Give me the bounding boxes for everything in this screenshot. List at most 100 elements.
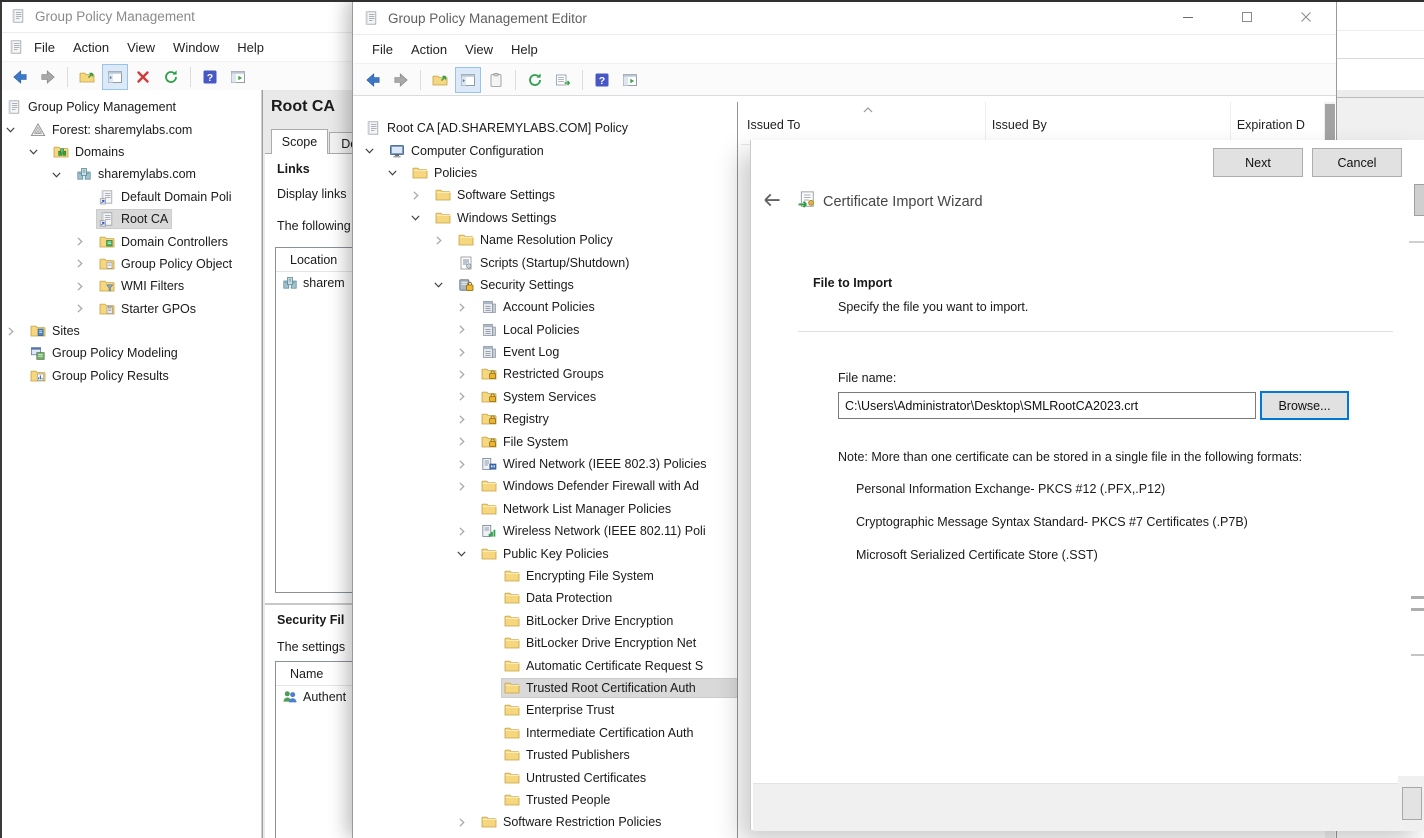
tree-item-system-services[interactable]: System Services	[353, 386, 737, 408]
tree-item-wireless-network-ieee-802-11-poli[interactable]: Wireless Network (IEEE 802.11) Poli	[353, 520, 737, 542]
chevron-down-icon[interactable]	[363, 144, 387, 157]
editor-menu-file[interactable]: File	[363, 42, 402, 57]
console-window-button[interactable]	[102, 64, 128, 90]
gpm-menu-file[interactable]: File	[25, 40, 64, 55]
chevron-right-icon[interactable]	[4, 325, 28, 338]
chevron-down-icon[interactable]	[4, 123, 28, 136]
editor-menu-help[interactable]: Help	[502, 42, 547, 57]
tree-item-bitlocker-drive-encryption[interactable]: BitLocker Drive Encryption	[353, 610, 737, 632]
chevron-down-icon[interactable]	[27, 145, 51, 158]
export-list-button[interactable]	[550, 67, 576, 93]
console-window-play-button[interactable]	[225, 64, 251, 90]
tree-item-security-settings[interactable]: Security Settings	[353, 274, 737, 296]
editor-menu-action[interactable]: Action	[402, 42, 456, 57]
scrollbar-thumb[interactable]	[1325, 104, 1335, 142]
chevron-right-icon[interactable]	[455, 413, 479, 426]
tree-item-wmi-filters[interactable]: WMI Filters	[0, 275, 261, 297]
chevron-right-icon[interactable]	[73, 280, 97, 293]
tree-item-windows-settings[interactable]: Windows Settings	[353, 207, 737, 229]
browse-button[interactable]: Browse...	[1260, 391, 1349, 420]
chevron-right-icon[interactable]	[432, 234, 456, 247]
tree-item-sharemylabs-com[interactable]: sharemylabs.com	[0, 163, 261, 185]
chevron-right-icon[interactable]	[455, 525, 479, 538]
editor-menu-view[interactable]: View	[456, 42, 502, 57]
name-column-header[interactable]: Name	[276, 662, 363, 686]
tree-item-intermediate-certification-auth[interactable]: Intermediate Certification Auth	[353, 722, 737, 744]
location-column-header[interactable]: Location	[276, 248, 363, 272]
tree-item-sites[interactable]: Sites	[0, 320, 261, 342]
chevron-right-icon[interactable]	[455, 816, 479, 829]
gpm-menu-action[interactable]: Action	[64, 40, 118, 55]
tree-item-starter-gpos[interactable]: Starter GPOs	[0, 298, 261, 320]
tree-item-group-policy-results[interactable]: Group Policy Results	[0, 365, 261, 387]
gpm-menu-view[interactable]: View	[118, 40, 164, 55]
tree-item-restricted-groups[interactable]: Restricted Groups	[353, 363, 737, 385]
chevron-right-icon[interactable]	[455, 390, 479, 403]
chevron-right-icon[interactable]	[455, 346, 479, 359]
tree-item-group-policy-modeling[interactable]: Group Policy Modeling	[0, 342, 261, 364]
export-folder-button[interactable]	[427, 67, 453, 93]
tree-item-trusted-root-certification-auth[interactable]: Trusted Root Certification Auth	[353, 677, 737, 699]
column-issued-by[interactable]: Issued By	[986, 102, 1231, 144]
tree-item-registry[interactable]: Registry	[353, 408, 737, 430]
column-expiration-d[interactable]: Expiration D	[1231, 102, 1325, 144]
tree-item-account-policies[interactable]: Account Policies	[353, 296, 737, 318]
tree-item-computer-configuration[interactable]: Computer Configuration	[353, 139, 737, 161]
chevron-right-icon[interactable]	[455, 323, 479, 336]
chevron-right-icon[interactable]	[73, 257, 97, 270]
tree-item-forest-sharemylabs-com[interactable]: Forest: sharemylabs.com	[0, 118, 261, 140]
authenticated-users-row[interactable]: Authent	[276, 686, 363, 705]
chevron-right-icon[interactable]	[409, 189, 433, 202]
tree-item-windows-defender-firewall-with-ad[interactable]: Windows Defender Firewall with Ad	[353, 475, 737, 497]
tree-item-domain-controllers[interactable]: Domain Controllers	[0, 230, 261, 252]
column-issued-to[interactable]: Issued To	[741, 102, 986, 144]
chevron-down-icon[interactable]	[50, 168, 74, 181]
tree-item-trusted-people[interactable]: Trusted People	[353, 789, 737, 811]
tree-item-automatic-certificate-request-s[interactable]: Automatic Certificate Request S	[353, 654, 737, 676]
tree-item-domains[interactable]: Domains	[0, 141, 261, 163]
console-window-button[interactable]	[455, 67, 481, 93]
chevron-right-icon[interactable]	[455, 458, 479, 471]
forward-arrow-button[interactable]	[35, 64, 61, 90]
tree-item-file-system[interactable]: File System	[353, 430, 737, 452]
tree-item-software-settings[interactable]: Software Settings	[353, 184, 737, 206]
tree-item-public-key-policies[interactable]: Public Key Policies	[353, 542, 737, 564]
tree-item-root-ca[interactable]: Root CA	[0, 208, 261, 230]
forward-arrow-button[interactable]	[388, 67, 414, 93]
chevron-down-icon[interactable]	[455, 547, 479, 560]
tree-item-encrypting-file-system[interactable]: Encrypting File System	[353, 565, 737, 587]
chevron-right-icon[interactable]	[455, 368, 479, 381]
tree-item-root-ca-ad-sharemylabs-com-policy[interactable]: Root CA [AD.SHAREMYLABS.COM] Policy	[353, 117, 737, 139]
tree-item-network-list-manager-policies[interactable]: Network List Manager Policies	[353, 498, 737, 520]
console-window-play-button[interactable]	[617, 67, 643, 93]
gpm-menu-help[interactable]: Help	[228, 40, 273, 55]
clipboard-button[interactable]	[483, 67, 509, 93]
chevron-right-icon[interactable]	[455, 301, 479, 314]
tree-item-group-policy-management[interactable]: Group Policy Management	[0, 96, 261, 118]
refresh-button[interactable]	[158, 64, 184, 90]
tree-item-name-resolution-policy[interactable]: Name Resolution Policy	[353, 229, 737, 251]
tree-item-scripts-startup-shutdown[interactable]: Scripts (Startup/Shutdown)	[353, 251, 737, 273]
chevron-right-icon[interactable]	[455, 480, 479, 493]
tree-item-group-policy-object[interactable]: Group Policy Object	[0, 253, 261, 275]
tree-item-software-restriction-policies[interactable]: Software Restriction Policies	[353, 811, 737, 833]
tree-item-default-domain-poli[interactable]: Default Domain Poli	[0, 186, 261, 208]
help-button[interactable]: ?	[589, 67, 615, 93]
tree-item-wired-network-ieee-802-3-policies[interactable]: Wired Network (IEEE 802.3) Policies	[353, 453, 737, 475]
tree-item-data-protection[interactable]: Data Protection	[353, 587, 737, 609]
tree-item-event-log[interactable]: Event Log	[353, 341, 737, 363]
chevron-down-icon[interactable]	[386, 166, 410, 179]
chevron-down-icon[interactable]	[432, 278, 456, 291]
next-button[interactable]: Next	[1213, 148, 1303, 177]
chevron-right-icon[interactable]	[455, 435, 479, 448]
cancel-button[interactable]: Cancel	[1312, 148, 1402, 177]
tree-item-local-policies[interactable]: Local Policies	[353, 319, 737, 341]
tree-item-bitlocker-drive-encryption-net[interactable]: BitLocker Drive Encryption Net	[353, 632, 737, 654]
close-button[interactable]	[1283, 4, 1328, 33]
min-button[interactable]	[1165, 4, 1210, 33]
refresh-button[interactable]	[522, 67, 548, 93]
export-folder-button[interactable]	[74, 64, 100, 90]
chevron-down-icon[interactable]	[409, 211, 433, 224]
delete-x-button[interactable]	[130, 64, 156, 90]
tab-scope[interactable]: Scope	[271, 129, 328, 154]
